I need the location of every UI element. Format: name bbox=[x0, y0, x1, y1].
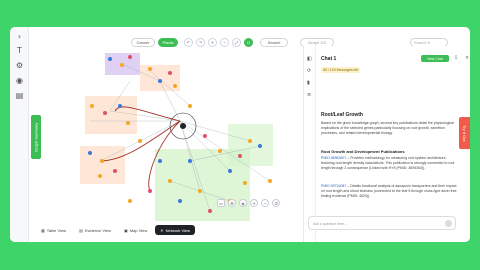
settings-icon[interactable]: ⚙ bbox=[228, 199, 236, 207]
list-item: PMID:39716087 – Details functional analy… bbox=[321, 184, 457, 198]
network-graph[interactable] bbox=[30, 51, 288, 223]
layers-icon[interactable]: ◉ bbox=[14, 75, 25, 86]
try-it-out-tab[interactable]: Try It Out bbox=[459, 117, 470, 149]
reset-icon[interactable]: ↺ bbox=[272, 199, 280, 207]
region-auxin-signaling-2 bbox=[228, 124, 273, 166]
messages-left-badge: 85 / 100 Messages left bbox=[321, 67, 361, 73]
view-tabs: ▦ Table View ▤ Evidence View ▣ Map View ✳ Ne… bbox=[36, 225, 196, 236]
zoom-in-icon[interactable]: + bbox=[208, 38, 217, 47]
evidence-icon: ▤ bbox=[79, 227, 83, 233]
settings-icon[interactable]: ⚙ bbox=[14, 60, 25, 71]
chat-title: Chat 1 bbox=[321, 56, 337, 62]
chat-rail: ◧ ⟳ ▮ ≡ bbox=[304, 46, 316, 242]
answer-intro: Based on the given knowledge graph, seve… bbox=[321, 121, 454, 135]
chat-icon[interactable]: ◧ bbox=[307, 56, 313, 62]
send-icon[interactable] bbox=[445, 220, 452, 227]
list-item: PMID:36963607 – Provides methodology for… bbox=[321, 156, 455, 170]
pmid-link[interactable]: PMID:36963607 bbox=[321, 156, 346, 160]
table-icon: ▦ bbox=[41, 227, 45, 233]
region-plant-development bbox=[85, 96, 137, 134]
export-icon[interactable]: ⇩ bbox=[454, 55, 458, 61]
left-rail: › T ⚙ ◉ ▤ bbox=[10, 27, 29, 242]
chip-plants[interactable]: Plants bbox=[158, 38, 178, 47]
text-tool-icon[interactable]: T bbox=[14, 45, 25, 56]
new-chat-button[interactable]: New Chat bbox=[421, 55, 449, 62]
document-icon[interactable]: ▤ bbox=[14, 90, 25, 101]
tab-network-view[interactable]: ✳ Network View bbox=[155, 225, 196, 235]
undo-icon[interactable]: ↶ bbox=[184, 38, 193, 47]
answer-heading: Root/Leaf Growth bbox=[321, 112, 363, 118]
zoom-out-icon[interactable]: − bbox=[220, 38, 229, 47]
zoom-in-icon[interactable]: + bbox=[250, 199, 258, 207]
search-button[interactable]: Search bbox=[260, 38, 288, 47]
chip-cancer[interactable]: Cancer bbox=[131, 38, 155, 47]
refresh-icon[interactable]: ⟳ bbox=[307, 68, 313, 74]
tab-evidence-view[interactable]: ▤ Evidence View bbox=[74, 225, 117, 235]
bookmark-icon[interactable]: ▮ bbox=[307, 80, 313, 86]
redo-icon[interactable]: ↷ bbox=[196, 38, 205, 47]
map-icon: ▣ bbox=[124, 227, 128, 233]
graph-controls: ▭ ⚙ ◈ + − ↺ bbox=[217, 199, 280, 207]
pmid-link[interactable]: PMID:39716087 bbox=[321, 184, 346, 188]
chat-panel: ◧ ⟳ ▮ ≡ Chat 1 85 / 100 Messages left Ne… bbox=[303, 46, 470, 242]
screenshot-icon[interactable]: ▭ bbox=[217, 199, 225, 207]
chat-input[interactable]: Ask a question here... bbox=[308, 216, 456, 230]
section-heading: Root Growth and Development Publications bbox=[321, 149, 405, 154]
focus-node bbox=[180, 123, 186, 129]
fit-icon[interactable]: ⤢ bbox=[232, 38, 241, 47]
layout-icon[interactable]: ◈ bbox=[239, 199, 247, 207]
close-icon[interactable]: × bbox=[465, 55, 469, 61]
select-icon[interactable]: ☐ bbox=[244, 38, 253, 47]
expand-icon[interactable]: › bbox=[14, 31, 25, 42]
zoom-out-icon[interactable]: − bbox=[261, 199, 269, 207]
tab-table-view[interactable]: ▦ Table View bbox=[36, 225, 72, 235]
list-icon[interactable]: ≡ bbox=[307, 92, 313, 98]
app-window: › T ⚙ ◉ ▤ Graph Summary Cancer Plants ↶ … bbox=[10, 27, 470, 242]
tab-map-view[interactable]: ▣ Map View bbox=[119, 225, 153, 235]
network-icon: ✳ bbox=[160, 227, 164, 233]
